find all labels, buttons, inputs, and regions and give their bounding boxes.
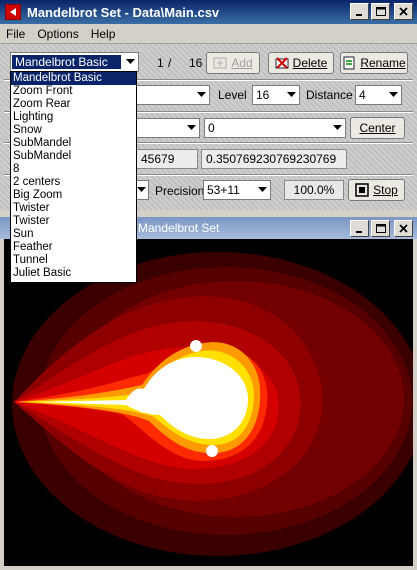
chevron-down-icon[interactable] [193,86,209,104]
zoom-percent: 100.0% [284,180,344,200]
dropdown-item[interactable]: Mandelbrot Basic [11,72,136,85]
distance-label: Distance [306,88,353,102]
stop-icon [355,183,369,197]
fractal-canvas[interactable] [4,239,417,566]
preset-total: 16 [189,56,203,70]
preset-select-value: Mandelbrot Basic [12,55,121,69]
close-icon [399,224,408,233]
dropdown-item[interactable]: Juliet Basic [11,267,136,280]
maximize-icon [375,7,386,16]
dropdown-item[interactable]: SubMandel [11,150,136,163]
level-select[interactable]: 16 [252,85,300,105]
close-button[interactable] [394,3,413,20]
minimize-button[interactable] [350,3,369,20]
dropdown-item[interactable]: Feather [11,241,136,254]
add-button[interactable]: Add [206,52,260,74]
iteration-select[interactable] [136,85,210,105]
dropdown-item[interactable]: SubMandel [11,137,136,150]
minimize-icon [356,14,362,16]
child-minimize-button[interactable] [350,220,369,237]
coordinate-field-1[interactable]: 45679 [136,149,198,169]
precision-select[interactable]: 53+11 [203,180,271,200]
preset-index: 1 [157,56,164,70]
mandelbrot-image [4,239,417,566]
main-title-bar[interactable]: Mandelbrot Set - Data\Main.csv [0,0,417,24]
rename-button[interactable]: Rename [340,52,408,74]
precision-label: Precision [155,184,205,198]
maximize-button[interactable] [371,3,390,20]
first-coordinate-select[interactable] [136,118,200,138]
close-icon [399,7,408,16]
dropdown-item[interactable]: Twister [11,215,136,228]
dropdown-item[interactable]: Zoom Rear [11,98,136,111]
center-button[interactable]: Center [350,117,405,139]
distance-select[interactable]: 4 [355,85,402,105]
second-coordinate-select[interactable]: 0 [204,118,346,138]
chevron-down-icon[interactable] [122,53,138,71]
maximize-icon [375,224,386,233]
chevron-down-icon[interactable] [254,181,270,199]
window-title: Mandelbrot Set - Data\Main.csv [27,4,220,20]
preset-dropdown-list[interactable]: Mandelbrot Basic Zoom Front Zoom Rear Light… [10,71,137,283]
dropdown-item[interactable]: Snow [11,124,136,137]
menu-options[interactable]: Options [31,27,84,41]
chevron-down-icon[interactable] [283,86,299,104]
dropdown-item[interactable]: Zoom Front [11,85,136,98]
level-label: Level [218,88,247,102]
child-close-button[interactable] [394,220,413,237]
menu-help[interactable]: Help [85,27,122,41]
dropdown-item[interactable]: Big Zoom [11,189,136,202]
delete-button[interactable]: Delete [268,52,334,74]
child-window-title: Mandelbrot Set [138,221,220,235]
app-icon [5,4,21,20]
minimize-icon [356,231,362,233]
chevron-down-icon[interactable] [385,86,401,104]
preset-select[interactable]: Mandelbrot Basic [10,52,139,72]
dropdown-item[interactable]: Twister [11,202,136,215]
preset-slash: / [168,56,172,70]
chevron-down-icon[interactable] [183,119,199,137]
dropdown-item[interactable]: Sun [11,228,136,241]
dropdown-item[interactable]: Tunnel [11,254,136,267]
stop-button[interactable]: Stop [348,179,405,201]
child-maximize-button[interactable] [371,220,390,237]
add-icon [213,57,227,69]
coordinate-field-2[interactable]: 0.350769230769230769 [201,149,347,169]
chevron-down-icon[interactable] [329,119,345,137]
dropdown-item[interactable]: 2 centers [11,176,136,189]
delete-icon [275,57,289,69]
dropdown-item[interactable]: Lighting [11,111,136,124]
menu-bar: File Options Help [0,24,417,44]
dropdown-item[interactable]: 8 [11,163,136,176]
rename-icon [343,56,355,70]
menu-file[interactable]: File [0,27,31,41]
